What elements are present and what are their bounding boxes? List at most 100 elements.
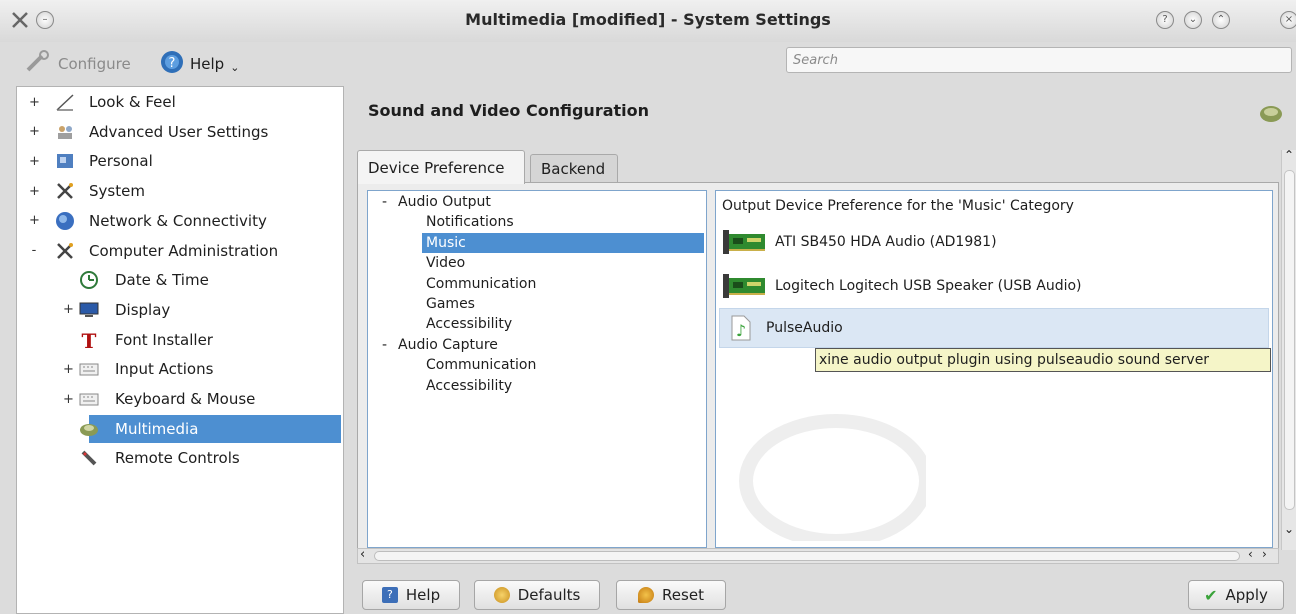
- search-input[interactable]: [786, 47, 1292, 73]
- help-icon: ?: [160, 50, 184, 78]
- sidebar-item-advanced-user-settings[interactable]: + Advanced User Settings: [17, 118, 343, 146]
- svg-text:♪: ♪: [736, 321, 746, 340]
- scroll-right-arrow-icon[interactable]: ›: [1262, 547, 1267, 561]
- tab-device-preference[interactable]: Device Preference: [357, 150, 525, 184]
- multimedia-icon: [79, 419, 99, 439]
- category-item[interactable]: Music: [422, 232, 704, 253]
- help-book-icon: ?: [381, 587, 398, 603]
- device-item[interactable]: ♪ PulseAudio: [719, 308, 1269, 348]
- help-window-button[interactable]: ?: [1156, 11, 1174, 29]
- sidebar-item-label: Font Installer: [115, 330, 213, 349]
- watermark-icon: [739, 414, 926, 541]
- expand-icon[interactable]: +: [29, 213, 40, 228]
- scroll-left-icon[interactable]: ‹: [360, 547, 365, 562]
- category-label: Games: [426, 296, 475, 312]
- clock-icon: [79, 270, 99, 290]
- tab-backend-label: Backend: [541, 160, 606, 178]
- apply-button[interactable]: ✔ Apply: [1188, 580, 1284, 610]
- expand-icon[interactable]: +: [63, 362, 74, 377]
- globe-icon: [55, 211, 75, 231]
- collapse-icon[interactable]: -: [29, 243, 39, 258]
- device-item[interactable]: Logitech Logitech USB Speaker (USB Audio…: [719, 266, 1269, 306]
- sidebar-item-remote-controls[interactable]: Remote Controls: [17, 444, 343, 472]
- category-item[interactable]: Accessibility: [426, 314, 512, 334]
- minimize-button[interactable]: ⌄: [1184, 11, 1202, 29]
- collapse-icon[interactable]: -: [382, 192, 398, 212]
- page-title: Sound and Video Configuration: [368, 101, 650, 120]
- scroll-up-icon[interactable]: ⌃: [1284, 148, 1294, 162]
- expand-icon[interactable]: +: [29, 124, 40, 139]
- category-item[interactable]: Communication: [426, 355, 536, 375]
- sidebar-item-label: Computer Administration: [89, 241, 279, 260]
- category-item[interactable]: Games: [426, 294, 475, 314]
- sidebar-item-network-connectivity[interactable]: + Network & Connectivity: [17, 207, 343, 235]
- scroll-down-icon[interactable]: ⌄: [1284, 522, 1294, 536]
- category-item[interactable]: Video: [426, 253, 465, 273]
- sidebar-item-personal[interactable]: + Personal: [17, 147, 343, 175]
- collapse-icon[interactable]: -: [382, 335, 398, 355]
- expand-icon[interactable]: +: [29, 154, 40, 169]
- tab-backend[interactable]: Backend: [530, 154, 618, 182]
- multimedia-header-icon: [1258, 102, 1284, 128]
- users-icon: [55, 122, 75, 142]
- sidebar-item-keyboard-mouse[interactable]: + Keyboard & Mouse: [17, 385, 343, 413]
- expand-icon[interactable]: +: [29, 184, 40, 199]
- sidebar-item-label: Remote Controls: [115, 449, 240, 468]
- undo-icon: [638, 587, 655, 603]
- defaults-button[interactable]: Defaults: [474, 580, 600, 610]
- vertical-scroll-thumb[interactable]: [1284, 170, 1295, 510]
- help-button[interactable]: ? Help: [362, 580, 460, 610]
- configure-button[interactable]: Configure: [24, 50, 131, 78]
- help-menu-button[interactable]: ? Help ⌄: [160, 50, 239, 78]
- audio-file-icon: ♪: [726, 314, 758, 342]
- close-button[interactable]: ×: [1280, 11, 1296, 29]
- sidebar-item-label: Network & Connectivity: [89, 211, 267, 230]
- sidebar-item-label: Keyboard & Mouse: [115, 390, 256, 408]
- vertical-scrollbar[interactable]: ⌃ ⌄: [1281, 148, 1296, 550]
- sidebar-item-display[interactable]: + Display: [17, 296, 343, 324]
- expand-icon[interactable]: +: [63, 302, 74, 317]
- help-button-label: Help: [405, 586, 441, 604]
- category-item[interactable]: Accessibility: [426, 376, 512, 396]
- sound-card-icon: [723, 272, 767, 300]
- sidebar-item-date-time[interactable]: Date & Time: [17, 266, 343, 294]
- sound-card-icon: [723, 228, 767, 256]
- category-group[interactable]: - Audio Output: [382, 192, 491, 212]
- wrench-icon: [24, 50, 52, 78]
- horizontal-scroll-thumb[interactable]: [374, 551, 1240, 561]
- device-item[interactable]: ATI SB450 HDA Audio (AD1981): [719, 222, 1269, 262]
- scroll-left-arrow-icon[interactable]: ‹: [1248, 547, 1253, 561]
- category-label: Communication: [426, 275, 537, 292]
- apply-button-label: Apply: [1225, 586, 1268, 604]
- category-item[interactable]: Communication: [426, 274, 536, 294]
- category-label: Audio Capture: [398, 336, 498, 353]
- defaults-button-label: Defaults: [517, 586, 581, 604]
- sidebar-item-computer-administration[interactable]: - Computer Administration: [17, 237, 343, 265]
- font-icon: T: [79, 329, 99, 353]
- monitor-icon: [79, 300, 99, 320]
- expand-icon[interactable]: +: [63, 392, 74, 407]
- device-label: PulseAudio: [766, 320, 843, 336]
- system-tools-icon: [55, 181, 75, 201]
- sidebar-item-font-installer[interactable]: T Font Installer: [17, 326, 343, 354]
- configure-label: Configure: [58, 55, 131, 73]
- defaults-icon: [493, 587, 510, 603]
- horizontal-scrollbar[interactable]: ‹: [357, 547, 1279, 564]
- category-group[interactable]: - Audio Capture: [382, 335, 498, 355]
- personal-icon: [55, 151, 75, 171]
- sidebar-item-label: Look & Feel: [89, 93, 176, 111]
- tab-device-preference-label: Device Preference: [368, 159, 505, 177]
- category-item[interactable]: Notifications: [426, 212, 514, 232]
- maximize-button[interactable]: ⌃: [1212, 11, 1230, 29]
- sidebar-item-look-feel[interactable]: + Look & Feel: [17, 88, 343, 116]
- checkmark-icon: ✔: [1204, 585, 1218, 605]
- expand-icon[interactable]: +: [29, 95, 40, 110]
- title-bar[interactable]: – Multimedia [modified] - System Setting…: [0, 0, 1296, 42]
- sidebar-item-multimedia[interactable]: Multimedia: [80, 414, 341, 443]
- reset-button[interactable]: Reset: [616, 580, 726, 610]
- category-label: Accessibility: [426, 316, 513, 333]
- sidebar-item-system[interactable]: + System: [17, 177, 343, 205]
- svg-text:T: T: [82, 330, 97, 350]
- sidebar-item-input-actions[interactable]: + Input Actions: [17, 355, 343, 383]
- device-label: Logitech Logitech USB Speaker (USB Audio…: [775, 278, 1082, 294]
